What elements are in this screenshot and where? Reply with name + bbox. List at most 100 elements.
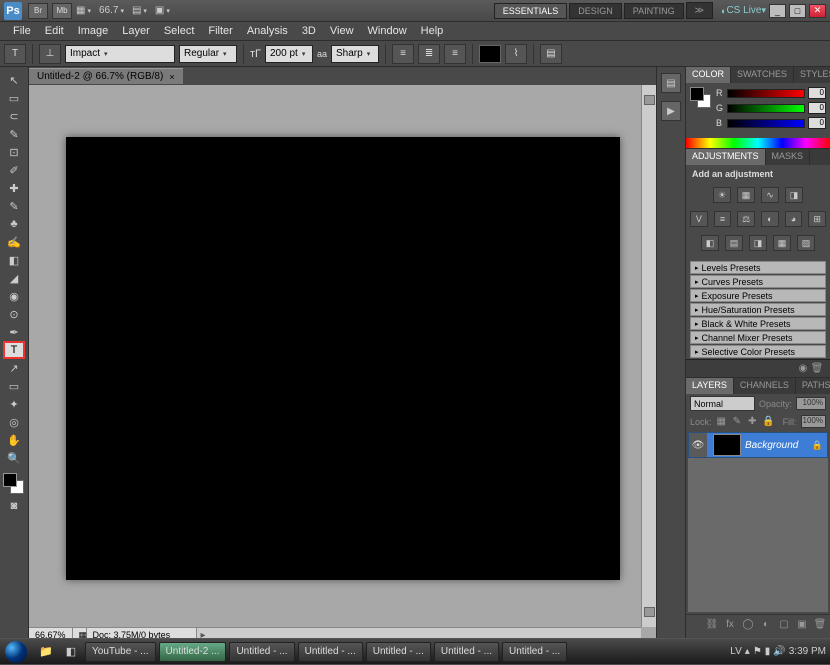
task-untitled-3[interactable]: Untitled - ... — [366, 642, 431, 662]
color-spectrum[interactable] — [686, 138, 830, 148]
mask-icon[interactable]: ◯ — [741, 618, 755, 630]
minibridge-icon[interactable]: Mb — [52, 3, 72, 19]
view-extras-dropdown[interactable]: ▤ — [132, 5, 147, 16]
exposure-icon[interactable]: ◨ — [785, 187, 803, 203]
selective-icon[interactable]: ▨ — [797, 235, 815, 251]
character-panel-icon[interactable]: ▤ — [540, 44, 562, 64]
tab-paths[interactable]: PATHS — [796, 378, 830, 394]
preset-hue[interactable]: Hue/Saturation Presets — [690, 303, 826, 316]
crop-tool[interactable]: ⊡ — [3, 143, 25, 161]
tab-layers[interactable]: LAYERS — [686, 378, 734, 394]
delete-layer-icon[interactable]: 🗑 — [813, 618, 827, 630]
preset-levels[interactable]: Levels Presets — [690, 261, 826, 274]
hue-icon[interactable]: ≡ — [714, 211, 732, 227]
task-youtube[interactable]: YouTube - ... — [85, 642, 156, 662]
close-tab-icon[interactable]: × — [169, 72, 174, 82]
adjustment-layer-icon[interactable]: ◐ — [759, 618, 773, 630]
text-color-swatch[interactable] — [479, 45, 501, 63]
zoom-level-dropdown[interactable]: 66.7 — [99, 5, 124, 16]
eraser-tool[interactable]: ◧ — [3, 251, 25, 269]
tab-adjustments[interactable]: ADJUSTMENTS — [686, 149, 766, 165]
new-layer-icon[interactable]: ▣ — [795, 618, 809, 630]
levels-icon[interactable]: ▦ — [737, 187, 755, 203]
align-right-icon[interactable]: ≡ — [444, 44, 466, 64]
opacity-input[interactable]: 100% — [796, 397, 826, 410]
task-untitled-1[interactable]: Untitled - ... — [229, 642, 294, 662]
g-slider[interactable] — [727, 104, 805, 113]
curves-icon[interactable]: ∿ — [761, 187, 779, 203]
tray-network-icon[interactable]: ▮ — [765, 646, 771, 657]
lasso-tool[interactable]: ⊂ — [3, 107, 25, 125]
mixer-icon[interactable]: ⊞ — [808, 211, 826, 227]
workspace-essentials[interactable]: ESSENTIALS — [494, 3, 568, 19]
pin-icon[interactable]: ◧ — [60, 642, 82, 662]
menu-image[interactable]: Image — [71, 23, 116, 39]
adj-foot-icon[interactable]: ◉ — [796, 362, 810, 374]
b-slider[interactable] — [727, 119, 805, 128]
zoom-tool[interactable]: 🔍 — [3, 449, 25, 467]
vertical-scrollbar[interactable] — [641, 85, 656, 627]
menu-edit[interactable]: Edit — [38, 23, 71, 39]
pen-tool[interactable]: ✒ — [3, 323, 25, 341]
blur-tool[interactable]: ◉ — [3, 287, 25, 305]
menu-select[interactable]: Select — [157, 23, 202, 39]
menu-layer[interactable]: Layer — [115, 23, 157, 39]
g-value[interactable]: 0 — [808, 102, 826, 114]
canvas-area[interactable]: 66.67% ▦ Doc: 3.75M/0 bytes ▸ — [29, 85, 656, 642]
tray-arrow-icon[interactable]: ▴ — [745, 646, 750, 657]
workspace-design[interactable]: DESIGN — [569, 3, 622, 19]
warp-text-icon[interactable]: ⌇ — [505, 44, 527, 64]
canvas[interactable] — [66, 137, 620, 580]
move-tool[interactable]: ↖ — [3, 71, 25, 89]
task-photoshop[interactable]: Untitled-2 ... — [159, 642, 227, 662]
r-value[interactable]: 0 — [808, 87, 826, 99]
threshold-icon[interactable]: ◨ — [749, 235, 767, 251]
clock[interactable]: 3:39 PM — [789, 646, 826, 657]
tab-styles[interactable]: STYLES — [794, 67, 830, 83]
type-tool[interactable]: T — [3, 341, 25, 359]
adj-trash-icon[interactable]: 🗑 — [810, 362, 824, 374]
dodge-tool[interactable]: ⊙ — [3, 305, 25, 323]
font-family-dropdown[interactable]: Impact — [65, 45, 175, 63]
workspace-painting[interactable]: PAINTING — [624, 3, 684, 19]
task-untitled-5[interactable]: Untitled - ... — [502, 642, 567, 662]
preset-curves[interactable]: Curves Presets — [690, 275, 826, 288]
foreground-color[interactable] — [3, 473, 17, 487]
path-select-tool[interactable]: ↗ — [3, 359, 25, 377]
screen-mode-dropdown[interactable]: ▣ — [155, 5, 170, 16]
menu-filter[interactable]: Filter — [201, 23, 239, 39]
color-picker[interactable] — [1, 471, 27, 497]
eyedropper-tool[interactable]: ✐ — [3, 161, 25, 179]
workspace-more[interactable]: ≫ — [686, 2, 713, 19]
menu-file[interactable]: File — [6, 23, 38, 39]
menu-view[interactable]: View — [323, 23, 361, 39]
brush-tool[interactable]: ✎ — [3, 197, 25, 215]
tab-swatches[interactable]: SWATCHES — [731, 67, 794, 83]
cs-live-button[interactable]: ◐ CS Live ▾ — [721, 5, 766, 16]
quickmask-tool[interactable]: ◙ — [3, 497, 25, 515]
lang-indicator[interactable]: LV — [730, 646, 742, 657]
history-brush-tool[interactable]: ✍ — [3, 233, 25, 251]
window-close[interactable]: ✕ — [809, 4, 826, 18]
invert-icon[interactable]: ◧ — [701, 235, 719, 251]
vibrance-icon[interactable]: V — [690, 211, 708, 227]
system-tray[interactable]: LV ▴ ⚑ ▮ 🔊 3:39 PM — [730, 646, 830, 657]
bw-icon[interactable]: ◐ — [761, 211, 779, 227]
menu-help[interactable]: Help — [414, 23, 451, 39]
preset-selective[interactable]: Selective Color Presets — [690, 345, 826, 358]
window-maximize[interactable]: □ — [789, 4, 806, 18]
tab-masks[interactable]: MASKS — [766, 149, 811, 165]
3d-camera-tool[interactable]: ◎ — [3, 413, 25, 431]
layer-thumbnail[interactable] — [713, 434, 741, 456]
lock-all-icon[interactable]: 🔒 — [762, 416, 774, 428]
window-minimize[interactable]: _ — [769, 4, 786, 18]
lock-pos-icon[interactable]: ✚ — [747, 416, 759, 428]
explorer-icon[interactable]: 📁 — [35, 642, 57, 662]
tool-preset-icon[interactable]: T — [4, 44, 26, 64]
fill-input[interactable]: 100% — [801, 415, 826, 428]
view-arrangement-dropdown[interactable]: ▦ — [76, 5, 91, 16]
preset-mixer[interactable]: Channel Mixer Presets — [690, 331, 826, 344]
lock-trans-icon[interactable]: ▦ — [716, 416, 728, 428]
fx-icon[interactable]: fx — [723, 618, 737, 630]
start-button[interactable] — [0, 639, 32, 665]
